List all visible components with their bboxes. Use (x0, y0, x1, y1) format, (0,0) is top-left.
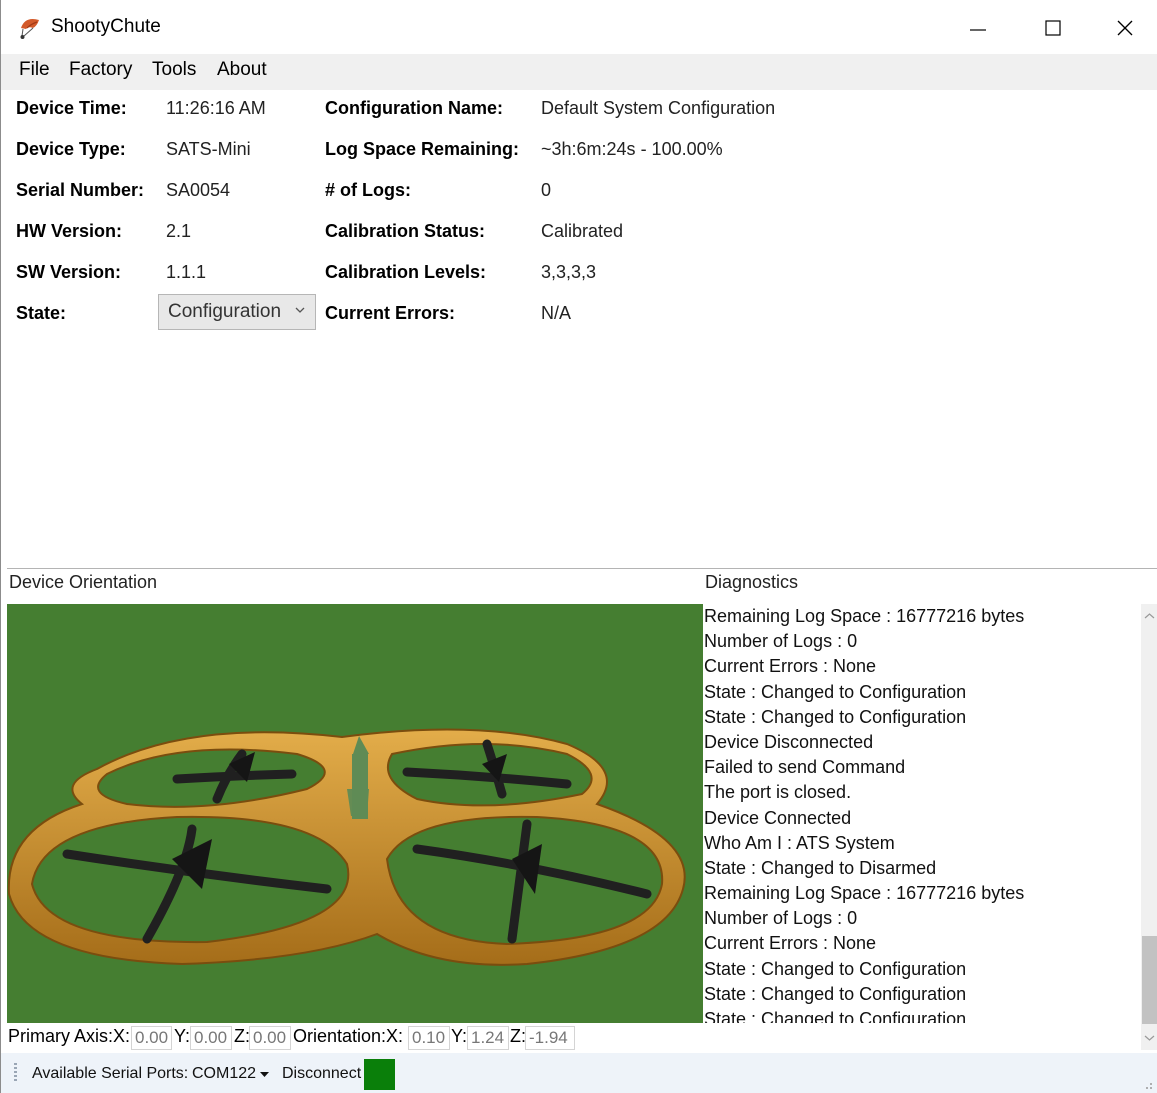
log-line: Device Disconnected (704, 731, 874, 752)
device-time-value: 11:26:16 AM (166, 98, 266, 118)
num-logs-value: 0 (541, 180, 552, 200)
close-button[interactable] (1091, 0, 1157, 54)
device-orientation-title: Device Orientation (9, 572, 158, 592)
log-line: State : Changed to Configuration (704, 1009, 967, 1023)
device-info-panel: Device Time: 11:26:16 AM Device Type: SA… (1, 90, 1157, 568)
log-line: State : Changed to Configuration (704, 681, 967, 702)
window-title: ShootyChute (51, 16, 161, 37)
log-line: The port is closed. (704, 782, 852, 803)
primary-y-label: Y: (174, 1026, 191, 1046)
diagnostics-title: Diagnostics (705, 572, 799, 592)
state-dropdown[interactable]: Configuration (158, 294, 316, 330)
sw-version-value: 1.1.1 (166, 262, 207, 282)
log-line: Failed to send Command (704, 757, 906, 778)
minimize-button[interactable] (944, 0, 1014, 54)
device-type-label: Device Type: (16, 139, 126, 159)
scroll-down-icon[interactable] (1144, 1034, 1155, 1042)
menu-file[interactable]: File (15, 57, 54, 83)
status-bar: Available Serial Ports: COM122 Disconnec… (1, 1053, 1157, 1093)
hw-version-label: HW Version: (16, 221, 123, 241)
primary-y-field[interactable]: 0.00 (190, 1026, 232, 1050)
menu-bar: File Factory Tools About (1, 54, 1157, 90)
orientation-y-field[interactable]: 1.24 (467, 1026, 509, 1050)
log-line: State : Changed to Configuration (704, 983, 967, 1004)
panel-divider[interactable] (7, 568, 1157, 569)
primary-z-field[interactable]: 0.00 (249, 1026, 291, 1050)
log-line: Current Errors : None (704, 933, 877, 954)
primary-z-label: Z: (234, 1026, 250, 1046)
connection-status-indicator (364, 1059, 395, 1090)
serial-number-value: SA0054 (166, 180, 231, 200)
device-type-value: SATS-Mini (166, 139, 251, 159)
close-icon (1117, 20, 1133, 36)
primary-axis-label: Primary Axis:X: (8, 1026, 131, 1046)
scroll-thumb[interactable] (1142, 936, 1157, 1024)
title-bar: ShootyChute (1, 0, 1157, 54)
scroll-up-icon[interactable] (1144, 612, 1155, 620)
orientation-y-label: Y: (451, 1026, 468, 1046)
log-line: State : Changed to Configuration (704, 958, 967, 979)
serial-ports-label: Available Serial Ports: (32, 1065, 189, 1082)
chevron-down-icon (295, 307, 305, 313)
log-line: Current Errors : None (704, 656, 877, 677)
calibration-levels-value: 3,3,3,3 (541, 262, 597, 282)
maximize-button[interactable] (1019, 0, 1089, 54)
toolbar-grip[interactable] (14, 1063, 17, 1083)
serial-port-value: COM122 (192, 1065, 257, 1082)
dropdown-arrow-icon (260, 1072, 269, 1077)
num-logs-label: # of Logs: (325, 180, 411, 200)
diagnostics-scrollbar[interactable] (1141, 604, 1157, 1050)
menu-tools[interactable]: Tools (148, 57, 200, 83)
orientation-label: Orientation:X: (293, 1026, 404, 1046)
log-line: Who Am I : ATS System (704, 832, 895, 853)
drone-model-illustration (7, 728, 686, 966)
resize-grip-icon[interactable] (1141, 1078, 1153, 1090)
configuration-name-value: Default System Configuration (541, 98, 776, 118)
app-window: ShootyChute File Factory Tools About Dev… (0, 0, 1157, 1093)
calibration-levels-label: Calibration Levels: (325, 262, 487, 282)
current-errors-value: N/A (541, 303, 572, 323)
axis-readouts: Primary Axis:X: 0.00 Y: 0.00 Z: 0.00 Ori… (7, 1024, 1141, 1052)
log-line: Number of Logs : 0 (704, 908, 858, 929)
log-line: Device Connected (704, 807, 852, 828)
device-time-label: Device Time: (16, 98, 127, 118)
diagnostics-log[interactable]: Remaining Log Space : 16777216 bytes Num… (703, 604, 1141, 1023)
log-line: Number of Logs : 0 (704, 631, 858, 652)
serial-port-dropdown[interactable]: COM122 (189, 1060, 275, 1088)
sw-version-label: SW Version: (16, 262, 122, 282)
menu-factory[interactable]: Factory (65, 57, 136, 83)
minimize-icon (970, 29, 986, 31)
disconnect-button[interactable]: Disconnect (282, 1065, 361, 1083)
log-space-label: Log Space Remaining: (325, 139, 520, 159)
configuration-name-label: Configuration Name: (325, 98, 503, 118)
log-line: Remaining Log Space : 16777216 bytes (704, 606, 1025, 626)
orientation-3d-view[interactable] (7, 604, 703, 1023)
log-line: Remaining Log Space : 16777216 bytes (704, 883, 1025, 904)
state-dropdown-value: Configuration (168, 301, 282, 322)
hw-version-value: 2.1 (166, 221, 192, 241)
log-line: State : Changed to Configuration (704, 706, 967, 727)
log-space-value: ~3h:6m:24s - 100.00% (541, 139, 723, 159)
orientation-x-field[interactable]: 0.10 (408, 1026, 450, 1050)
serial-number-label: Serial Number: (16, 180, 145, 200)
orientation-z-label: Z: (510, 1026, 526, 1046)
menu-about[interactable]: About (213, 57, 271, 83)
calibration-status-label: Calibration Status: (325, 221, 486, 241)
primary-x-field[interactable]: 0.00 (131, 1026, 172, 1050)
log-line: State : Changed to Disarmed (704, 857, 937, 878)
parachute-icon (20, 19, 39, 39)
orientation-z-field[interactable]: -1.94 (525, 1026, 575, 1050)
calibration-status-value: Calibrated (541, 221, 624, 241)
current-errors-label: Current Errors: (325, 303, 456, 323)
state-label: State: (16, 303, 67, 323)
maximize-icon (1045, 20, 1061, 36)
